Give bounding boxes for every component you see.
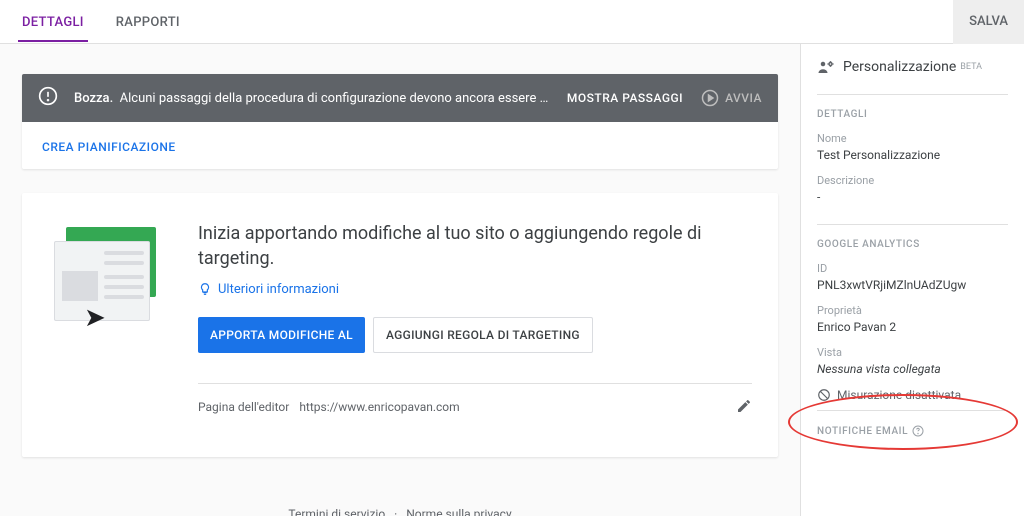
name-value: Test Personalizzazione [817,148,1008,162]
more-info-link[interactable]: Ulteriori informazioni [198,282,339,297]
status-banner: Bozza. Alcuni passaggi della procedura d… [22,74,778,122]
block-icon [817,388,831,402]
description-label: Descrizione [817,174,1008,187]
edit-site-button[interactable]: APPORTA MODIFICHE AL [198,317,365,353]
measurement-off-badge: Misurazione disattivata [817,388,1008,402]
personalization-icon [817,58,835,76]
status-banner-card: Bozza. Alcuni passaggi della procedura d… [22,74,778,169]
ga-property-value: Enrico Pavan 2 [817,320,1008,334]
sidebar-title: Personalizzazione BETA [817,58,1008,76]
ga-view-label: Vista [817,346,1008,359]
help-icon[interactable] [912,425,924,437]
privacy-link[interactable]: Norme sulla privacy [406,507,511,516]
card-heading: Inizia apportando modifiche al tuo sito … [198,221,752,271]
banner-bold: Bozza. [74,91,113,106]
editor-page-label: Pagina dell'editor [198,400,289,414]
ga-id-label: ID [817,262,1008,275]
save-button[interactable]: SALVA [953,0,1024,44]
alert-icon [38,86,58,110]
editor-page-url: https://www.enricopavan.com [299,400,459,414]
tab-details[interactable]: DETTAGLI [18,1,88,42]
show-steps-button[interactable]: MOSTRA PASSAGGI [567,91,683,105]
beta-badge: BETA [960,62,982,72]
pencil-icon [736,398,752,414]
create-schedule-link[interactable]: CREA PIANIFICAZIONE [42,140,176,154]
ga-view-value: Nessuna vista collegata [817,362,1008,376]
add-targeting-button[interactable]: AGGIUNGI REGOLA DI TARGETING [373,317,593,353]
sidebar-details-heading: DETTAGLI [817,109,1008,120]
ga-property-label: Proprietà [817,304,1008,317]
ga-id-value: PNL3xwtVRjiMZlnUAdZUgw [817,278,1008,292]
description-value: - [817,190,1008,204]
name-label: Nome [817,132,1008,145]
edit-url-button[interactable] [736,398,752,417]
sidebar: Personalizzazione BETA DETTAGLI Nome Tes… [800,44,1024,516]
banner-text: Alcuni passaggi della procedura di confi… [120,91,549,106]
lightbulb-icon [198,282,212,296]
sidebar-ga-heading: GOOGLE ANALYTICS [817,239,1008,250]
get-started-card: ➤ Inizia apportando modifiche al tuo sit… [22,193,778,457]
footer: Termini di servizio · Norme sulla privac… [22,507,778,516]
sidebar-email-heading: NOTIFICHE EMAIL [817,425,1008,437]
editor-illustration: ➤ [48,221,168,341]
tos-link[interactable]: Termini di servizio [288,507,385,516]
play-icon [701,89,719,107]
cursor-icon: ➤ [84,303,106,333]
tab-reports[interactable]: RAPPORTI [112,1,184,42]
launch-button[interactable]: AVVIA [701,89,762,107]
